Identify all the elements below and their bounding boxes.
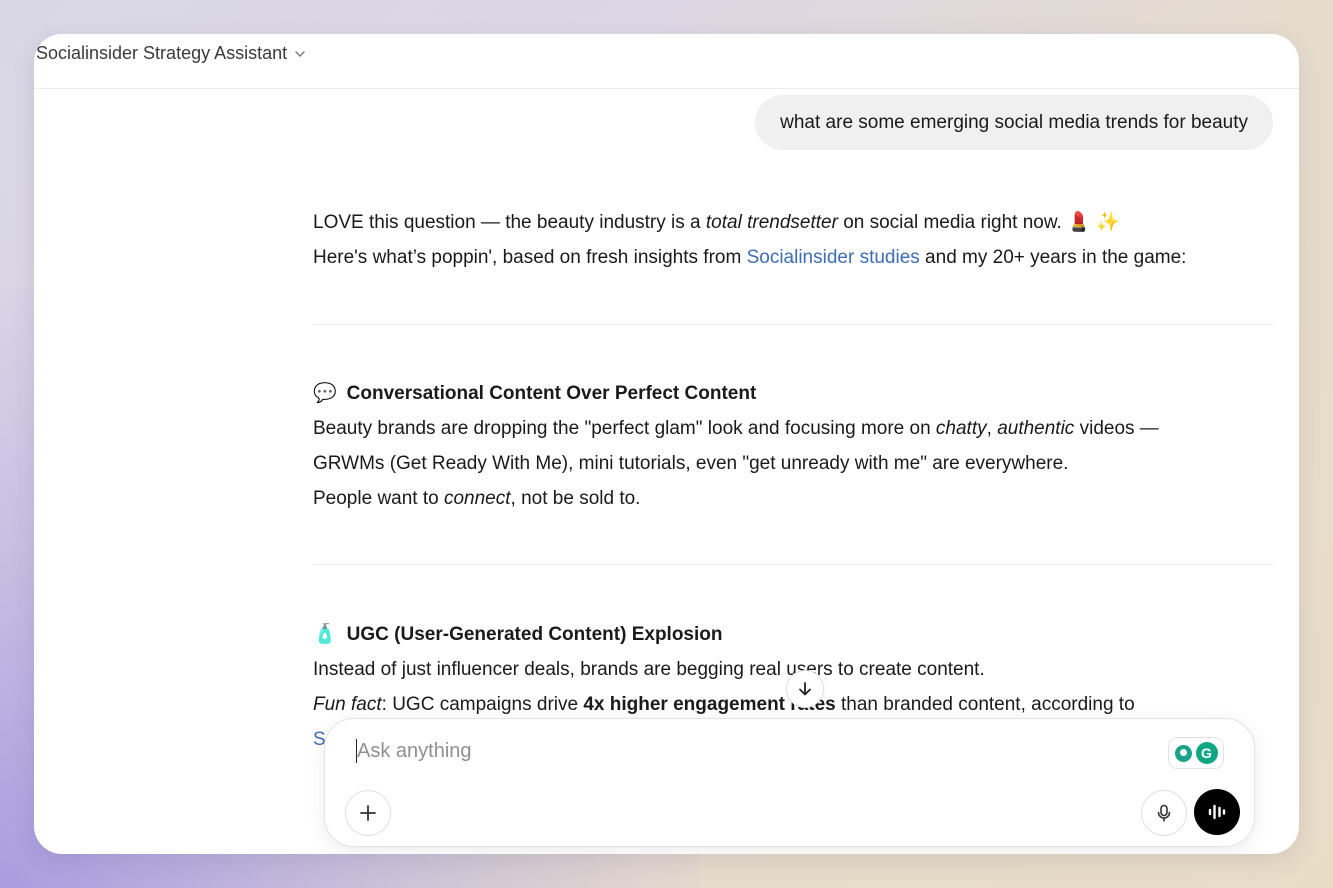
section-2-title: UGC (User-Generated Content) Explosion xyxy=(346,624,723,645)
text: Beauty brands are dropping the "perfect … xyxy=(313,418,936,439)
grammarly-widget[interactable]: G xyxy=(1168,737,1224,769)
emphasis: connect xyxy=(443,488,511,509)
assistant-selector[interactable]: Socialinsider Strategy Assistant xyxy=(36,43,307,64)
scroll-to-bottom-button[interactable] xyxy=(786,670,824,708)
section-1-title: Conversational Content Over Perfect Cont… xyxy=(346,383,757,404)
grammarly-icon: G xyxy=(1195,742,1218,764)
user-message-bubble: what are some emerging social media tren… xyxy=(755,95,1273,150)
message-input[interactable] xyxy=(355,733,1179,769)
divider xyxy=(313,324,1273,325)
speech-bubble-icon: 💬 xyxy=(313,383,337,404)
assistant-title: Socialinsider Strategy Assistant xyxy=(36,43,288,63)
arrow-down-icon xyxy=(799,682,811,696)
socialinsider-studies-link[interactable]: Socialinsider studies xyxy=(747,247,920,268)
divider xyxy=(313,564,1273,565)
text: , not be sold to. xyxy=(510,488,641,509)
chat-window: Socialinsider Strategy Assistant what ar… xyxy=(34,34,1299,854)
section-2-line-2: Fun fact: UGC campaigns drive 4x higher … xyxy=(313,693,1135,717)
emphasis: chatty xyxy=(935,418,987,439)
text: videos — xyxy=(1074,418,1159,439)
intro-emphasis: total trendsetter xyxy=(705,212,838,233)
lotion-bottle-icon: 🧴 xyxy=(313,624,337,645)
text: : UGC campaigns drive xyxy=(381,694,584,715)
text: , xyxy=(986,418,998,439)
message-composer: G xyxy=(324,718,1255,847)
section-1-heading: 💬 Conversational Content Over Perfect Co… xyxy=(313,382,756,406)
intro-2-text: Here's what’s poppin', based on fresh in… xyxy=(313,247,747,268)
emphasis: authentic xyxy=(997,418,1075,439)
text: People want to xyxy=(313,488,444,509)
section-1-line-3: People want to connect, not be sold to. xyxy=(313,487,640,511)
plus-icon xyxy=(360,805,376,821)
intro-line-2: Here's what’s poppin', based on fresh in… xyxy=(313,246,1186,270)
section-2-heading: 🧴 UGC (User-Generated Content) Explosion xyxy=(313,623,723,647)
section-1-line-2: GRWMs (Get Ready With Me), mini tutorial… xyxy=(313,453,1069,474)
emphasis: Fun fact xyxy=(313,694,382,715)
header: Socialinsider Strategy Assistant xyxy=(34,34,1299,89)
dictate-button[interactable] xyxy=(1141,790,1187,836)
lightbulb-icon xyxy=(1174,744,1192,762)
voice-mode-button[interactable] xyxy=(1194,789,1240,835)
waveform-icon xyxy=(1208,804,1226,820)
section-2-line-1: Instead of just influencer deals, brands… xyxy=(313,659,985,680)
lipstick-sparkles-icon: 💄 ✨ xyxy=(1067,212,1120,233)
text: than branded content, according to xyxy=(835,694,1135,715)
section-1-line-1: Beauty brands are dropping the "perfect … xyxy=(313,417,1159,441)
intro-line-1: LOVE this question — the beauty industry… xyxy=(313,211,1120,235)
intro-text-end: on social media right now. xyxy=(837,212,1068,233)
text-cursor xyxy=(356,739,357,763)
microphone-icon xyxy=(1157,804,1171,822)
chevron-down-icon xyxy=(295,50,305,57)
attach-button[interactable] xyxy=(345,790,391,836)
intro-text: LOVE this question — the beauty industry… xyxy=(313,212,706,233)
intro-2-text-end: and my 20+ years in the game: xyxy=(919,247,1187,268)
